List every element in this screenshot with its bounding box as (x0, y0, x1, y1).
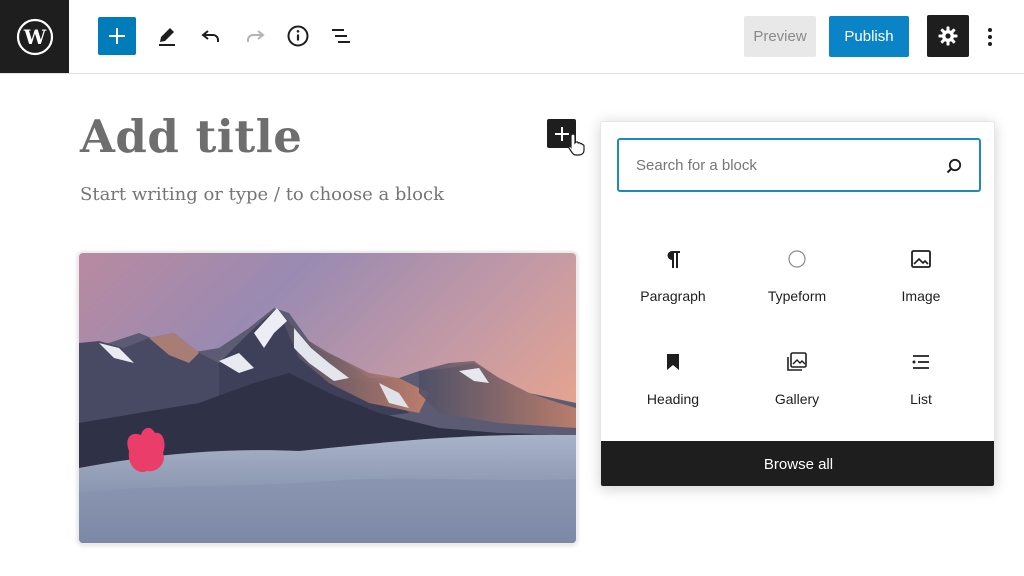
wordpress-logo-icon: W (16, 18, 53, 55)
browse-all-button[interactable]: Browse all (601, 441, 994, 486)
block-types-grid: Paragraph Typeform Image Heading Gallery… (611, 228, 985, 434)
wordpress-logo-button[interactable]: W (0, 0, 69, 73)
block-label: Image (901, 288, 941, 304)
add-block-button[interactable] (98, 17, 136, 55)
undo-button[interactable] (192, 17, 230, 55)
bookmark-icon (660, 349, 686, 375)
block-heading[interactable]: Heading (611, 331, 735, 434)
block-list[interactable]: List (859, 331, 983, 434)
image-icon (908, 246, 934, 272)
plus-icon (109, 28, 125, 44)
block-inserter-popover: Paragraph Typeform Image (600, 121, 995, 487)
options-menu-button[interactable] (978, 18, 1002, 56)
hand-cursor-icon (568, 133, 585, 156)
block-paragraph[interactable]: Paragraph (611, 228, 735, 331)
redo-button[interactable] (236, 17, 274, 55)
more-vertical-icon (988, 28, 992, 46)
block-image[interactable]: Image (859, 228, 983, 331)
pencil-icon (159, 28, 175, 46)
details-button[interactable] (279, 17, 317, 55)
list-icon (908, 349, 934, 375)
list-view-button[interactable] (322, 17, 360, 55)
block-label: Heading (646, 391, 700, 407)
block-typeform[interactable]: Typeform (735, 228, 859, 331)
redo-icon (247, 30, 265, 42)
undo-icon (201, 30, 219, 42)
block-gallery[interactable]: Gallery (735, 331, 859, 434)
editor-toolbar: W Preview Publish (0, 0, 1024, 74)
post-title-input[interactable]: Add title (80, 110, 302, 163)
gear-icon (938, 26, 958, 46)
block-label: Gallery (774, 391, 820, 407)
block-appender-placeholder[interactable]: Start writing or type / to choose a bloc… (80, 184, 444, 205)
paragraph-icon (660, 246, 686, 272)
block-label: List (910, 391, 932, 407)
publish-button[interactable]: Publish (829, 16, 909, 57)
circle-icon (784, 246, 810, 272)
search-icon (946, 158, 962, 174)
svg-text:W: W (22, 25, 46, 49)
image-block[interactable] (77, 251, 578, 545)
settings-button[interactable] (927, 15, 969, 57)
mountain-landscape-image (79, 253, 576, 543)
block-search-input[interactable] (619, 140, 919, 190)
block-search-box (617, 138, 981, 192)
tools-button[interactable] (148, 17, 186, 55)
block-label: Paragraph (640, 288, 706, 304)
block-label: Typeform (767, 288, 827, 304)
preview-button[interactable]: Preview (744, 16, 816, 57)
info-icon (287, 25, 309, 47)
gallery-icon (784, 349, 810, 375)
list-view-icon (332, 29, 350, 43)
